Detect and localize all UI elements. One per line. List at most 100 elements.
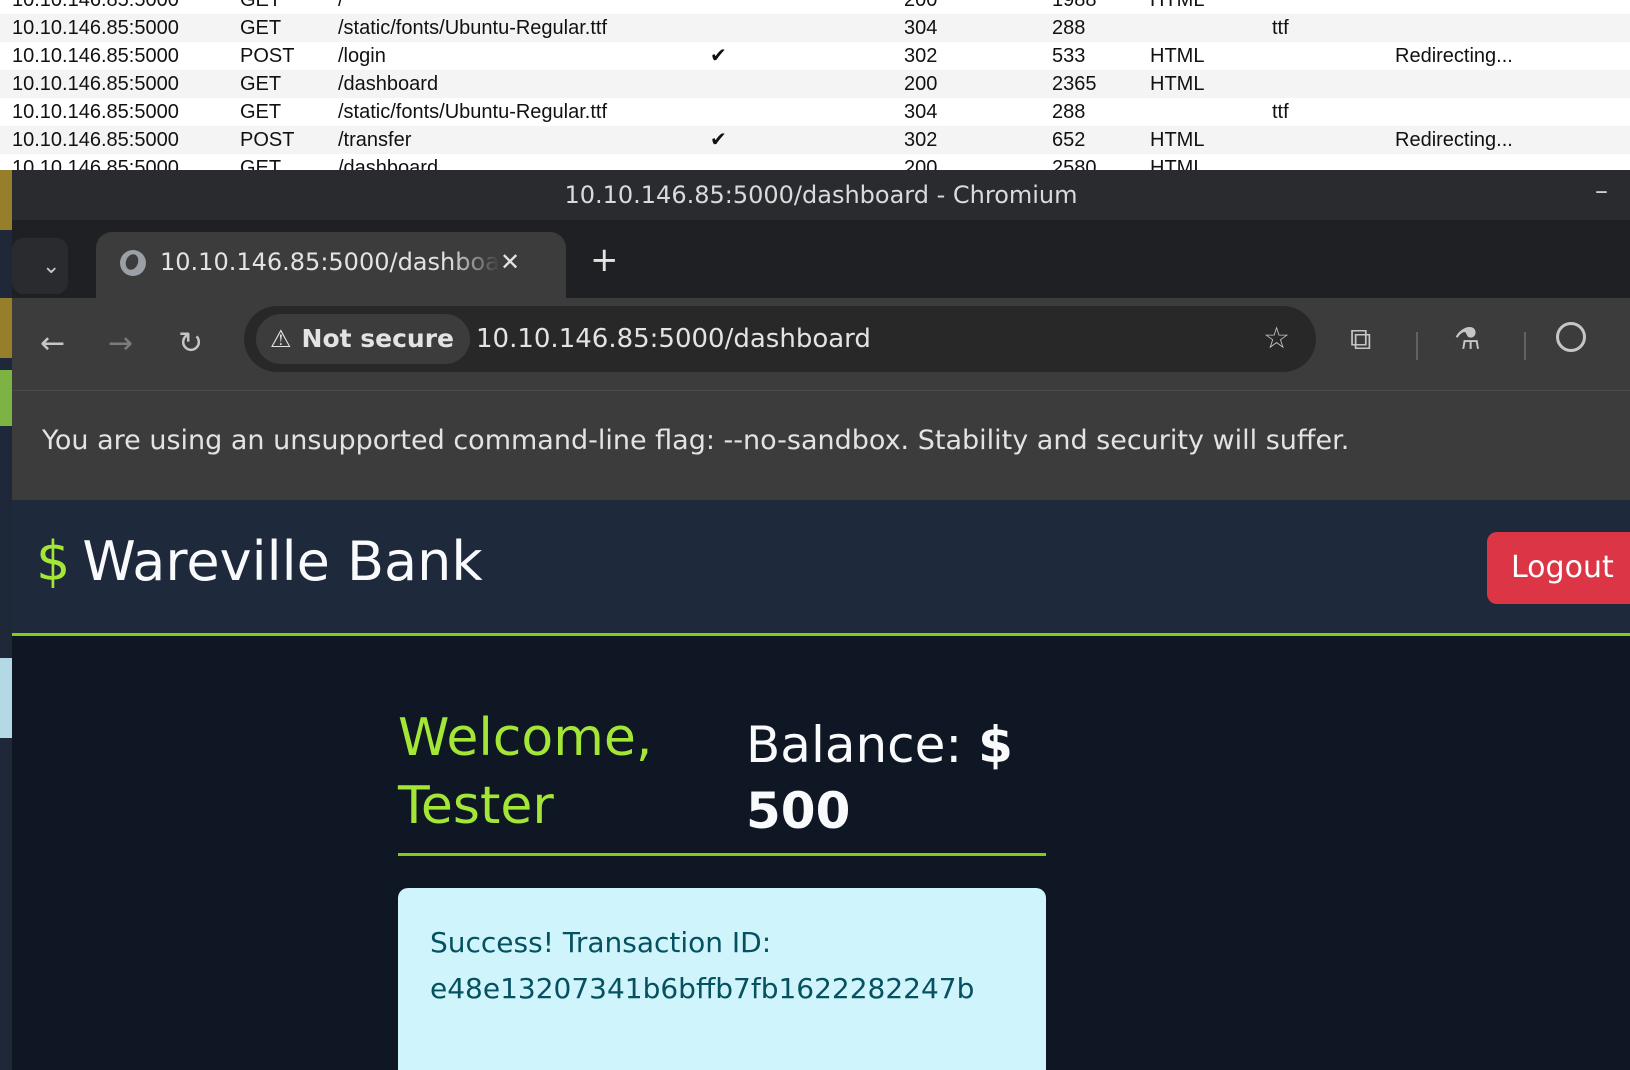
labs-flask-icon[interactable]: ⚗ (1454, 322, 1481, 357)
cell-size: 652 (1052, 129, 1086, 151)
site-navbar: $ Wareville Bank Logout (12, 500, 1630, 636)
cell-url: / (338, 0, 344, 11)
cell-host: 10.10.146.85:5000 (12, 45, 179, 67)
cell-method: POST (240, 129, 295, 151)
cell-mime: HTML (1150, 0, 1205, 11)
balance-display: Balance: $500 (746, 712, 1046, 844)
cell-method: GET (240, 157, 282, 170)
cell-ext: ttf (1272, 101, 1289, 123)
brand-logo[interactable]: $ Wareville Bank (36, 530, 483, 593)
extensions-icon[interactable]: ⧉ (1350, 322, 1371, 357)
cell-flag: ✔ (710, 129, 727, 151)
cell-mime: HTML (1150, 157, 1205, 170)
window-titlebar[interactable]: 10.10.146.85:5000/dashboard - Chromium – (12, 170, 1630, 220)
browser-toolbar: ← → ↻ ⚠ Not secure 10.10.146.85:5000/dash… (12, 298, 1630, 390)
cell-size: 533 (1052, 45, 1086, 67)
reload-button[interactable]: ↻ (178, 324, 203, 364)
table-row[interactable]: 10.10.146.85:5000 GET/dashboard 200 2580 HTM… (0, 154, 1630, 170)
cell-ext: ttf (1272, 17, 1289, 39)
cell-method: GET (240, 17, 282, 39)
warning-icon: ⚠ (270, 325, 292, 353)
cell-method: GET (240, 101, 282, 123)
cell-url: /static/fonts/Ubuntu-Regular.ttf (338, 17, 608, 39)
cell-url: /login (338, 45, 386, 67)
new-tab-button[interactable]: + (590, 240, 619, 280)
address-bar[interactable]: ⚠ Not secure 10.10.146.85:5000/dashboard … (244, 306, 1316, 372)
logout-button[interactable]: Logout (1487, 532, 1630, 604)
alert-message: Success! Transaction ID: (430, 926, 772, 959)
balance-value: 500 (746, 782, 851, 840)
globe-icon (120, 250, 146, 276)
cell-host: 10.10.146.85:5000 (12, 157, 179, 170)
cell-size: 2365 (1052, 73, 1097, 95)
transaction-id: e48e13207341b6bffb7fb1622282247b (430, 972, 975, 1005)
security-label: Not secure (301, 324, 455, 353)
cell-url: /static/fonts/Ubuntu-Regular.ttf (338, 101, 608, 123)
cell-host: 10.10.146.85:5000 (12, 129, 179, 151)
cell-size: 1988 (1052, 0, 1097, 11)
table-row[interactable]: 10.10.146.85:5000 GET/static/fonts/Ubuntu… (0, 14, 1630, 42)
cell-code: 200 (904, 157, 938, 170)
cell-size: 2580 (1052, 157, 1097, 170)
tab-dashboard[interactable]: 10.10.146.85:5000/dashboard ✕ (96, 232, 566, 298)
cell-url: /dashboard (338, 73, 439, 95)
infobar-message: You are using an unsupported command-lin… (42, 425, 1350, 456)
toolbar-divider (1524, 332, 1526, 360)
close-icon[interactable]: ✕ (500, 244, 520, 280)
strip-marker (0, 370, 12, 426)
tab-title: 10.10.146.85:5000/dashboard (160, 248, 500, 276)
welcome-heading: Welcome, Tester (398, 708, 653, 836)
tab-strip: ⌄ 10.10.146.85:5000/dashboard ✕ + (12, 220, 1630, 298)
dashboard-panel: Welcome, Tester Balance: $500 Success! T… (398, 700, 1046, 1070)
warning-infobar: You are using an unsupported command-lin… (12, 390, 1630, 500)
strip-marker (0, 170, 12, 230)
cell-host: 10.10.146.85:5000 (12, 101, 179, 123)
cell-host: 10.10.146.85:5000 (12, 17, 179, 39)
chevron-down-icon[interactable]: ⌄ (42, 254, 60, 279)
cell-title: Redirecting... (1395, 129, 1513, 151)
cell-code: 304 (904, 17, 938, 39)
table-row[interactable]: 10.10.146.85:5000 GET / 200 1988 HTML (0, 0, 1630, 14)
window-title: 10.10.146.85:5000/dashboard - Chromium (564, 181, 1078, 209)
cell-method: GET (240, 73, 282, 95)
http-history-table: 10.10.146.85:5000 GET/200 1988 HTML 10.10.14… (0, 0, 1630, 170)
table-row[interactable]: 10.10.146.85:5000 GET/dashboard 200 2365 HTM… (0, 70, 1630, 98)
cell-method: GET (240, 0, 282, 11)
cell-code: 302 (904, 45, 938, 67)
table-row[interactable]: 10.10.146.85:5000 GET/static/fonts/Ubuntu… (0, 98, 1630, 126)
security-indicator[interactable]: ⚠ Not secure (256, 314, 471, 364)
table-row[interactable]: 10.10.146.85:5000 POST/login ✔ 302 533 HTML Re… (0, 42, 1630, 70)
url-text[interactable]: 10.10.146.85:5000/dashboard (476, 314, 871, 364)
welcome-row: Welcome, Tester Balance: $500 (398, 700, 1046, 856)
cell-url: /transfer (338, 129, 412, 151)
cell-mime: HTML (1150, 129, 1205, 151)
cell-size: 288 (1052, 17, 1086, 39)
dollar-icon: $ (36, 530, 71, 593)
cell-code: 304 (904, 101, 938, 123)
strip-marker (0, 298, 12, 358)
balance-label: Balance: (746, 716, 963, 774)
forward-button[interactable]: → (108, 324, 133, 364)
balance-currency: $ (978, 716, 1013, 774)
strip-marker (0, 658, 12, 738)
cell-mime: HTML (1150, 45, 1205, 67)
cell-code: 200 (904, 73, 938, 95)
minimize-icon[interactable]: – (1595, 170, 1608, 216)
table-row[interactable]: 10.10.146.85:5000 POST/transfer ✔ 302 652 HTM… (0, 126, 1630, 154)
cell-title: Redirecting... (1395, 45, 1513, 67)
cell-code: 200 (904, 0, 938, 11)
chromium-window: 10.10.146.85:5000/dashboard - Chromium –… (12, 170, 1630, 1070)
cell-size: 288 (1052, 101, 1086, 123)
cell-code: 302 (904, 129, 938, 151)
background-window-strip (0, 170, 12, 1070)
bookmark-star-icon[interactable]: ☆ (1263, 314, 1290, 364)
success-alert: Success! Transaction ID: e48e13207341b6b… (398, 888, 1046, 1070)
back-button[interactable]: ← (40, 324, 65, 364)
cell-flag: ✔ (710, 45, 727, 67)
toolbar-divider (1416, 332, 1418, 360)
brand-name: Wareville Bank (82, 530, 483, 593)
profile-icon[interactable] (1556, 322, 1586, 352)
cell-host: 10.10.146.85:5000 (12, 0, 179, 11)
cell-host: 10.10.146.85:5000 (12, 73, 179, 95)
cell-url: /dashboard (338, 157, 439, 170)
